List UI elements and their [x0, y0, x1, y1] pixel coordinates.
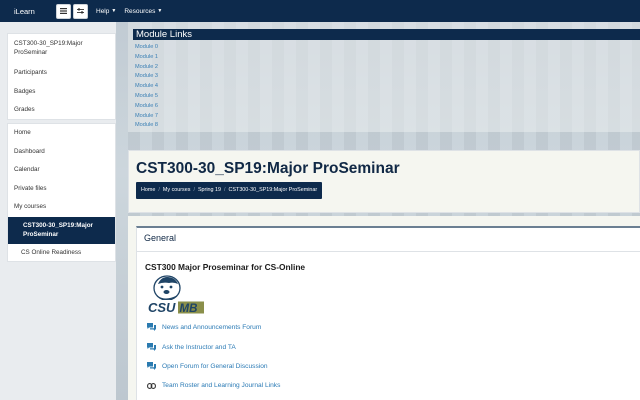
course-nav-card: CST300-30_SP19:Major ProSeminar Particip… [7, 33, 116, 120]
sidebar-item-private-files[interactable]: Private files [8, 180, 115, 199]
section-heading: CST300 Major Proseminar for CS-Online [145, 262, 306, 272]
site-nav-card: Home Dashboard Calendar Private files My… [7, 123, 116, 262]
breadcrumb-spring-19[interactable]: Spring 19 [198, 182, 221, 199]
link-icon [147, 382, 156, 389]
activity-label: Open Forum for General Discussion [162, 362, 268, 370]
breadcrumb-separator: / [224, 187, 226, 193]
breadcrumb-separator: / [193, 187, 195, 193]
sidebar-item-current-course[interactable]: CST300-30_SP19:Major ProSeminar [8, 216, 115, 244]
sidebar-item-dashboard[interactable]: Dashboard [8, 143, 115, 162]
site-brand[interactable]: iLearn [14, 7, 44, 16]
menu-resources-label: Resources [124, 7, 156, 15]
forum-icon [147, 343, 156, 351]
caret-down-icon: ▼ [111, 8, 117, 14]
activity-news-forum[interactable]: News and Announcements Forum [147, 323, 261, 331]
top-navbar: iLearn Help ▼ Resources ▼ [0, 0, 640, 22]
sidebar-item-home[interactable]: Home [8, 124, 115, 143]
menu-help-label: Help [96, 7, 110, 15]
drawer-toggle-button[interactable] [56, 3, 71, 19]
sidebar-item-participants[interactable]: Participants [8, 64, 115, 83]
activity-ask-instructor[interactable]: Ask the Instructor and TA [147, 343, 236, 351]
module-links-title: Module Links [133, 29, 640, 40]
activity-open-forum[interactable]: Open Forum for General Discussion [147, 362, 268, 370]
module-link-1[interactable]: Module 1 [135, 53, 158, 63]
module-link-4[interactable]: Module 4 [135, 82, 158, 92]
section-title[interactable]: General [144, 233, 176, 243]
page-title: CST300-30_SP19:Major ProSeminar [136, 160, 400, 177]
module-link-5[interactable]: Module 5 [135, 92, 158, 102]
sidebar-item-calendar[interactable]: Calendar [8, 161, 115, 180]
sidebar-item-my-courses[interactable]: My courses [8, 198, 115, 217]
module-link-8[interactable]: Module 8 [135, 121, 158, 131]
hamburger-icon [60, 8, 67, 14]
breadcrumb-course[interactable]: CST300-30_SP19:Major ProSeminar [229, 182, 318, 199]
course-content-card [136, 226, 640, 400]
sidebar-item-badges[interactable]: Badges [8, 83, 115, 102]
section-divider [137, 251, 640, 252]
menu-help[interactable]: Help ▼ [96, 8, 116, 15]
forum-icon [147, 362, 156, 370]
activity-team-roster[interactable]: Team Roster and Learning Journal Links [147, 382, 280, 389]
logo-text-csu: CSU [148, 300, 176, 315]
sidebar-item-grades[interactable]: Grades [8, 101, 115, 120]
breadcrumb: Home / My courses / Spring 19 / CST300-3… [136, 182, 323, 199]
caret-down-icon: ▼ [157, 8, 163, 14]
menu-resources[interactable]: Resources ▼ [124, 8, 162, 15]
module-link-2[interactable]: Module 2 [135, 63, 158, 73]
breadcrumb-separator: / [158, 187, 160, 193]
breadcrumb-home[interactable]: Home [141, 182, 155, 199]
logo-text-mb: MB [180, 303, 198, 315]
activity-label: News and Announcements Forum [162, 323, 262, 331]
module-link-7[interactable]: Module 7 [135, 112, 158, 122]
settings-button[interactable] [73, 3, 88, 19]
forum-icon [147, 323, 156, 331]
activity-label: Team Roster and Learning Journal Links [162, 382, 281, 389]
module-link-0[interactable]: Module 0 [135, 43, 158, 53]
sidebar-item-cs-online-readiness[interactable]: CS Online Readiness [8, 244, 115, 263]
sliders-icon [77, 8, 84, 14]
breadcrumb-my-courses[interactable]: My courses [163, 182, 191, 199]
activity-label: Ask the Instructor and TA [162, 343, 236, 351]
module-link-6[interactable]: Module 6 [135, 102, 158, 112]
module-link-3[interactable]: Module 3 [135, 72, 158, 82]
sidebar: CST300-30_SP19:Major ProSeminar Particip… [0, 22, 116, 400]
sidebar-item-course[interactable]: CST300-30_SP19:Major ProSeminar [8, 34, 115, 64]
csumb-otter-logo: CSU MB [147, 275, 205, 315]
module-links-list: Module 0 Module 1 Module 2 Module 3 Modu… [135, 43, 158, 131]
